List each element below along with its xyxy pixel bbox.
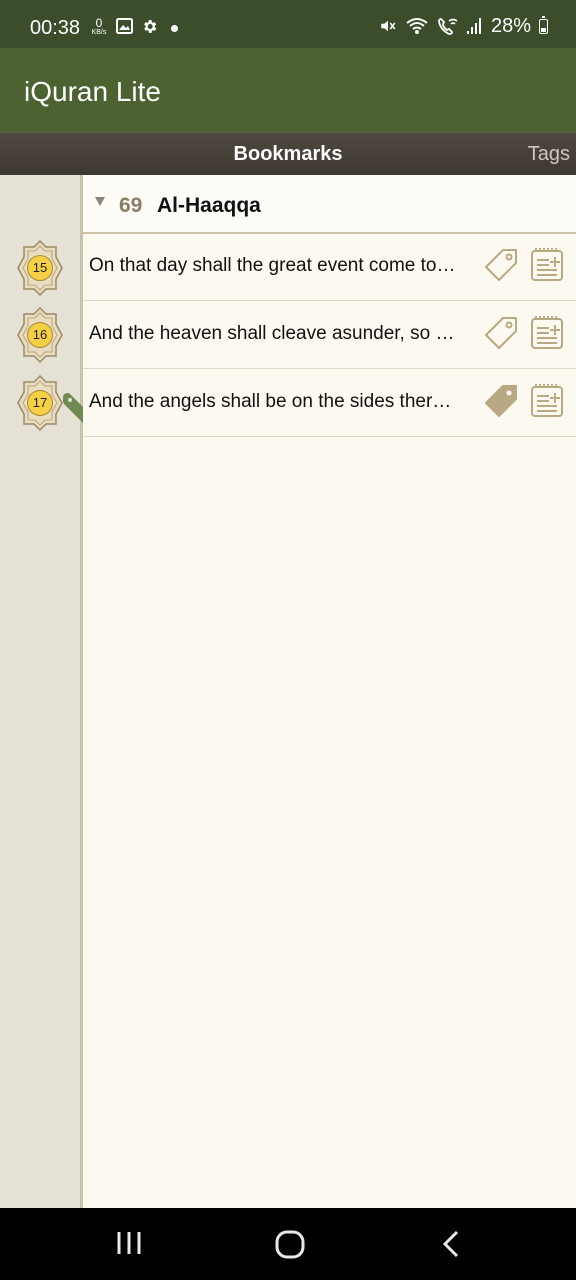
settings-icon	[144, 20, 157, 33]
battery-fill	[541, 27, 546, 32]
bookmark-row[interactable]: On that day shall the great event come t…	[83, 233, 576, 301]
surah-header[interactable]: 69 Al-Haaqqa	[83, 175, 576, 234]
verse-number: 15	[27, 255, 53, 281]
tag-outline-icon[interactable]	[483, 315, 519, 351]
tab-tags[interactable]: Tags	[528, 143, 570, 166]
verse-text[interactable]: On that day shall the great event come t…	[89, 255, 459, 277]
tag-filled-icon[interactable]	[483, 383, 519, 419]
status-time: 00:38	[30, 17, 81, 39]
navigation-bar	[0, 1208, 576, 1280]
signal-icon	[466, 18, 481, 34]
dot-icon	[171, 25, 178, 32]
verse-badge-16: 16	[16, 306, 64, 364]
app-bar: iQuran Lite	[0, 48, 576, 132]
status-right: 28%	[379, 14, 548, 38]
add-note-icon[interactable]	[529, 383, 565, 419]
status-bar: 00:38 0 KB/s 28%	[0, 0, 576, 48]
verse-badge-15: 15	[16, 239, 64, 297]
collapse-caret-icon[interactable]	[95, 197, 105, 206]
tab-bookmarks[interactable]: Bookmarks	[0, 143, 576, 166]
mute-icon	[381, 20, 396, 32]
wifi-calling-icon	[438, 18, 458, 35]
verse-number: 17	[27, 390, 53, 416]
gallery-icon	[116, 18, 133, 34]
tab-bar: Bookmarks Tags	[0, 132, 576, 175]
add-note-icon[interactable]	[529, 247, 565, 283]
recent-apps-icon[interactable]	[116, 1228, 142, 1260]
network-speed-unit: KB/s	[91, 29, 107, 36]
wifi-icon	[406, 18, 428, 34]
tag-marker-icon	[63, 393, 83, 423]
verse-text[interactable]: And the heaven shall cleave asunder, so …	[89, 323, 459, 345]
verse-text[interactable]: And the angels shall be on the sides the…	[89, 391, 459, 413]
battery-percent: 28%	[490, 14, 531, 37]
bookmark-row[interactable]: And the heaven shall cleave asunder, so …	[83, 301, 576, 369]
verse-badge-17: 17	[16, 374, 64, 432]
bookmark-row[interactable]: And the angels shall be on the sides the…	[83, 369, 576, 437]
network-speed: 0 KB/s	[89, 17, 109, 37]
home-icon[interactable]	[274, 1228, 306, 1260]
back-icon[interactable]	[440, 1228, 462, 1260]
add-note-icon[interactable]	[529, 315, 565, 351]
battery-icon	[539, 15, 548, 34]
surah-name: Al-Haaqqa	[157, 194, 261, 217]
tag-outline-icon[interactable]	[483, 247, 519, 283]
surah-number: 69	[119, 194, 143, 217]
bookmark-list: 69 Al-Haaqqa On that day shall the great…	[83, 175, 576, 1208]
app-title: iQuran Lite	[24, 76, 161, 107]
verse-number: 16	[27, 322, 53, 348]
